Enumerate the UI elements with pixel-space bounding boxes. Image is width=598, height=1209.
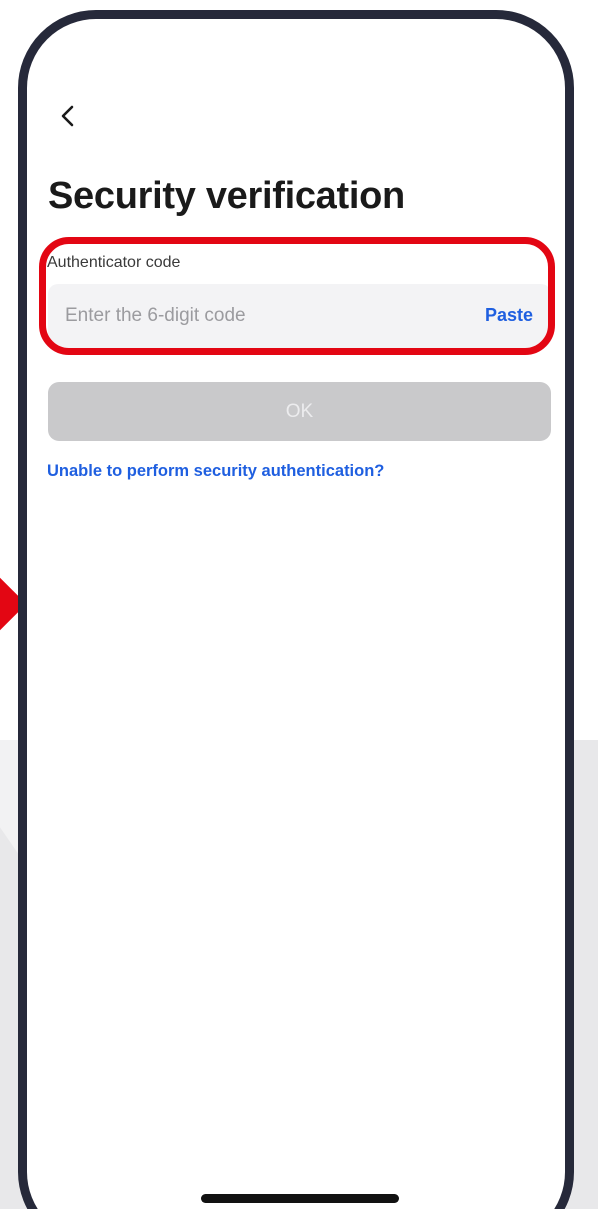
back-button[interactable] — [53, 101, 83, 131]
chevron-left-icon — [61, 105, 74, 127]
phone-frame: Security verification Authenticator code… — [18, 10, 574, 1209]
security-verification-screen: Security verification Authenticator code… — [27, 19, 565, 1209]
authenticator-code-label: Authenticator code — [47, 254, 181, 271]
page: Security verification Authenticator code… — [0, 0, 598, 1209]
authenticator-code-field: Paste — [48, 284, 551, 348]
page-title: Security verification — [48, 175, 405, 217]
unable-to-authenticate-link[interactable]: Unable to perform security authenticatio… — [47, 462, 384, 481]
authenticator-code-input[interactable] — [65, 296, 445, 336]
paste-button[interactable]: Paste — [485, 305, 533, 326]
ok-button[interactable]: OK — [48, 382, 551, 441]
home-indicator — [201, 1194, 399, 1203]
